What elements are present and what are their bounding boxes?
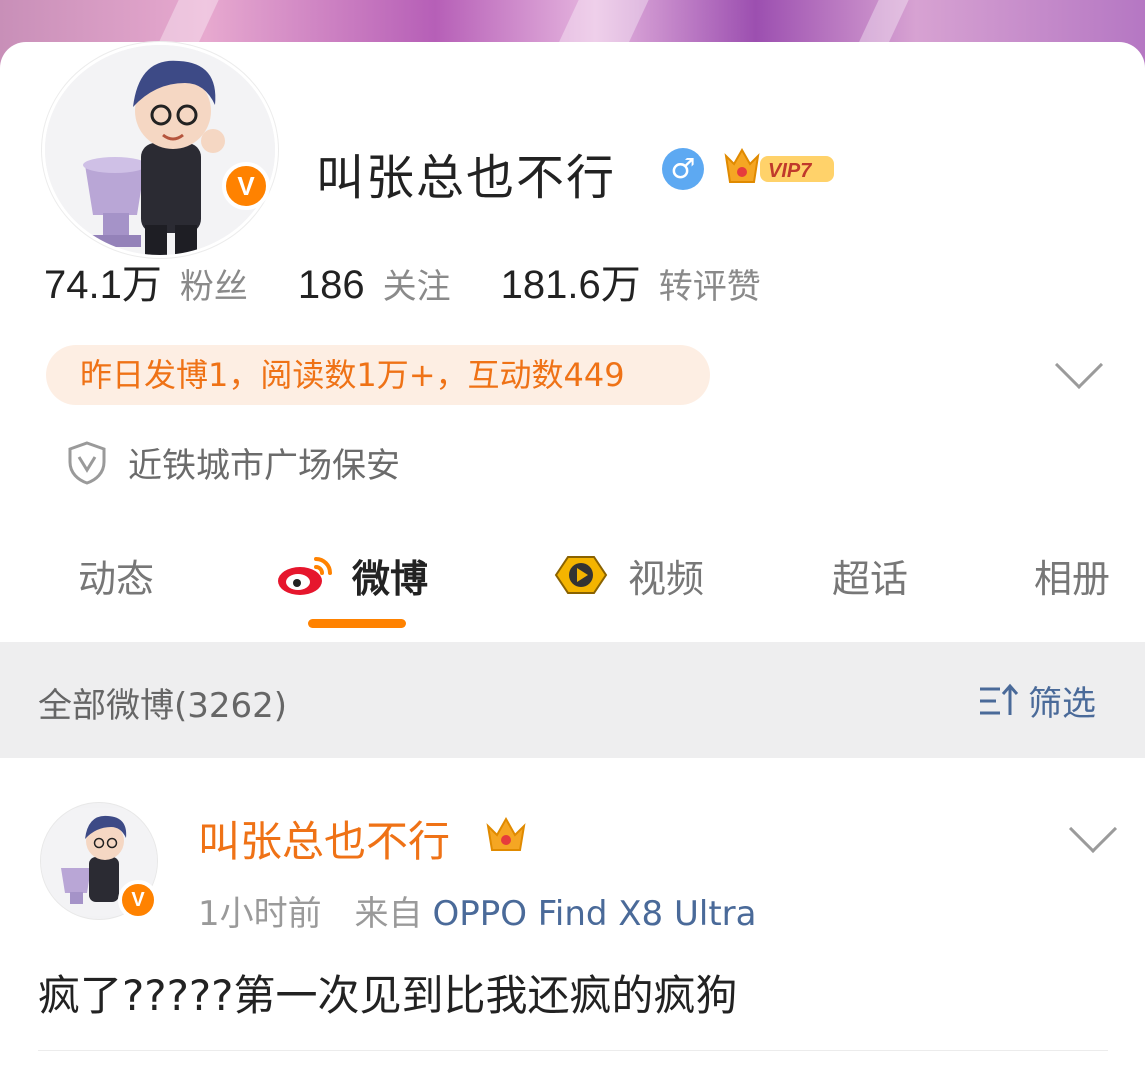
vip-badge[interactable]: VIP7 xyxy=(722,146,840,190)
divider xyxy=(38,1050,1108,1051)
male-icon: ♂ xyxy=(662,148,704,190)
tab-label: 超话 xyxy=(832,556,909,601)
tab-dynamics[interactable]: 动态 xyxy=(78,540,154,610)
tab-album[interactable]: 相册 xyxy=(1034,540,1110,610)
post-text[interactable]: 疯了?????第一次见到比我还疯的疯狗 xyxy=(38,962,737,1023)
post-time: 1小时前 xyxy=(198,894,322,934)
followers-count[interactable]: 74.1万 xyxy=(44,252,162,310)
followers-label[interactable]: 粉丝 xyxy=(180,259,248,308)
tab-label: 相册 xyxy=(1034,556,1111,601)
chevron-down-icon[interactable] xyxy=(1068,804,1118,854)
feed-filter-bar: 全部微博(3262) 筛选 xyxy=(0,642,1145,758)
tab-weibo[interactable]: 微博 xyxy=(276,540,428,610)
filter-icon xyxy=(980,683,1019,715)
identity-row[interactable]: 近铁城市广场保安 xyxy=(66,438,400,487)
active-tab-indicator xyxy=(308,619,406,628)
feed-title: 全部微博(3262) xyxy=(38,686,288,726)
vip-label: VIP7 xyxy=(768,160,812,182)
activity-summary[interactable]: 昨日发博1，阅读数1万+，互动数449 xyxy=(46,345,710,405)
verified-badge-icon: V xyxy=(222,162,270,210)
post-author-name[interactable]: 叫张总也不行 xyxy=(198,808,450,869)
identity-text: 近铁城市广场保安 xyxy=(128,446,400,486)
chevron-down-icon[interactable] xyxy=(1054,340,1104,390)
tab-super-topic[interactable]: 超话 xyxy=(832,540,908,610)
verified-badge-icon: V xyxy=(118,880,158,920)
weibo-logo-icon xyxy=(278,557,332,595)
crown-icon xyxy=(484,814,528,858)
profile-stats: 74.1万 粉丝 186 关注 181.6万 转评赞 xyxy=(44,252,811,308)
profile-name: 叫张总也不行 xyxy=(316,150,617,206)
tab-label: 动态 xyxy=(78,556,155,601)
following-count[interactable]: 186 xyxy=(298,263,365,308)
tab-video[interactable]: 视频 xyxy=(550,540,704,610)
shield-icon xyxy=(68,440,106,485)
filter-label: 筛选 xyxy=(1028,684,1096,724)
filter-button[interactable]: 筛选 xyxy=(976,676,1096,725)
post-meta: 1小时前 来自 OPPO Find X8 Ultra xyxy=(198,886,756,935)
tab-label: 微博 xyxy=(352,556,429,601)
tab-label: 视频 xyxy=(628,556,705,601)
profile-tabs: 动态 微博 视频 超话 相册 xyxy=(0,540,1145,630)
post-source-prefix: 来自 xyxy=(354,894,423,934)
interactions-label[interactable]: 转评赞 xyxy=(659,259,761,308)
following-label[interactable]: 关注 xyxy=(383,259,451,308)
interactions-count[interactable]: 181.6万 xyxy=(501,252,641,310)
video-play-icon xyxy=(554,556,608,594)
profile-card: V 叫张总也不行 ♂ VIP7 74.1万 粉丝 186 关注 181.6万 转… xyxy=(0,42,1145,1080)
post-device[interactable]: OPPO Find X8 Ultra xyxy=(432,894,756,934)
profile-avatar[interactable] xyxy=(42,42,278,258)
